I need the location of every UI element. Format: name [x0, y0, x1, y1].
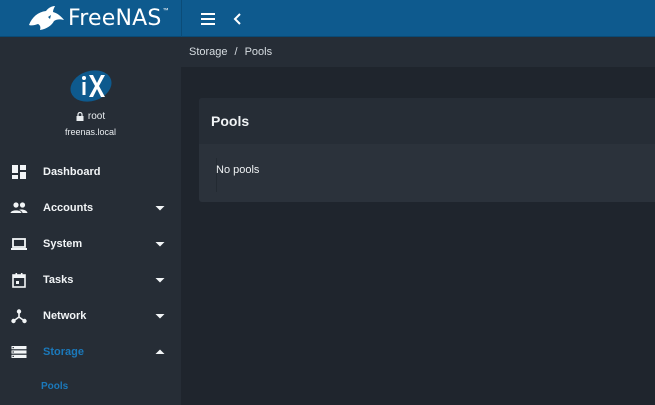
user-line: root	[0, 111, 181, 122]
sidebar-item-label: System	[43, 238, 83, 250]
sidebar-subitem-pools[interactable]: Pools	[0, 370, 181, 402]
breadcrumb-separator: /	[234, 46, 238, 58]
caret-down-icon	[155, 278, 165, 283]
calendar-icon	[12, 273, 26, 288]
sidebar-item-tasks[interactable]: Tasks	[0, 262, 181, 298]
hostname: freenas.local	[64, 127, 117, 137]
caret-down-icon	[155, 314, 165, 319]
accounts-icon	[10, 202, 28, 213]
caret-up-icon	[155, 349, 165, 354]
breadcrumb: Storage / Pools	[181, 37, 655, 67]
sidebar-item-dashboard[interactable]: Dashboard	[0, 154, 181, 190]
sidebar-item-accounts[interactable]: Accounts	[0, 190, 181, 226]
username: root	[87, 111, 106, 122]
sidebar-subitem-label: Pools	[41, 380, 69, 392]
breadcrumb-current: Pools	[244, 46, 273, 58]
sidebar: root freenas.local Dashboard Accounts Sy…	[0, 37, 181, 405]
sidebar-item-label: Tasks	[43, 274, 74, 286]
chevron-left-icon[interactable]	[232, 11, 244, 27]
sidebar-item-storage[interactable]: Storage	[0, 334, 181, 370]
card-title: Pools	[199, 98, 655, 144]
storage-icon	[11, 346, 27, 358]
brand[interactable]: FreeNAS ™	[0, 0, 181, 37]
hamburger-menu-icon[interactable]	[199, 11, 217, 27]
sidebar-item-label: Accounts	[43, 202, 94, 214]
top-bar: FreeNAS ™	[0, 0, 655, 37]
freenas-shark-logo-icon	[29, 5, 64, 30]
sidebar-item-system[interactable]: System	[0, 226, 181, 262]
lock-icon	[76, 112, 84, 121]
sidebar-item-label: Dashboard	[43, 166, 101, 178]
user-profile: root freenas.local	[0, 69, 181, 137]
brand-trademark: ™	[162, 8, 169, 14]
breadcrumb-parent[interactable]: Storage	[189, 46, 228, 58]
topbar-divider	[181, 0, 182, 37]
caret-down-icon	[155, 242, 165, 247]
pools-card: Pools No pools	[199, 98, 655, 202]
main-content: Pools No pools	[181, 67, 655, 405]
caret-down-icon	[155, 206, 165, 211]
sidebar-nav: Dashboard Accounts System Tasks Network …	[0, 154, 181, 402]
dashboard-icon	[12, 165, 26, 179]
sidebar-item-label: Network	[43, 310, 87, 322]
brand-name: FreeNAS	[68, 5, 162, 31]
sidebar-item-network[interactable]: Network	[0, 298, 181, 334]
laptop-icon	[11, 238, 27, 250]
empty-pools-message: No pools	[216, 164, 260, 176]
ix-logo-icon	[69, 70, 112, 102]
sidebar-item-label: Storage	[43, 346, 84, 358]
network-icon	[11, 309, 27, 324]
